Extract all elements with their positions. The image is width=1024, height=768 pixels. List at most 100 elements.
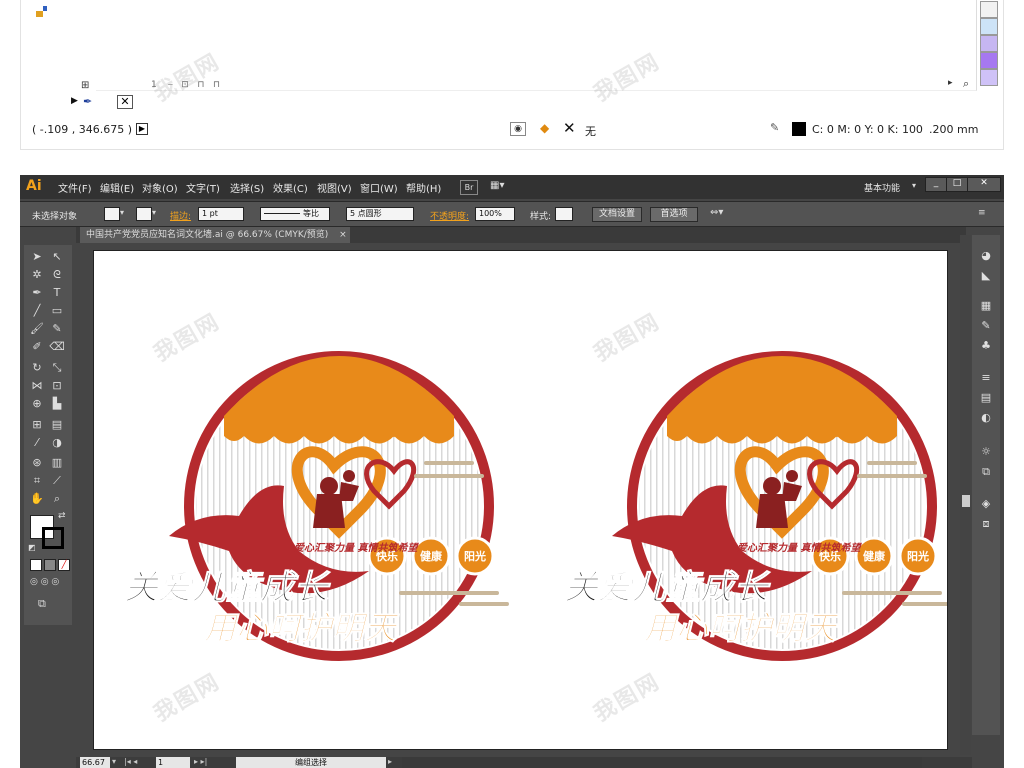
tab-close-icon[interactable]: × [339,230,347,240]
slice-tool-icon[interactable]: ⟋ [48,473,66,489]
swatch-4[interactable] [980,52,998,69]
color-panel-icon[interactable]: ◕ [978,249,994,263]
artboard-tool-icon[interactable]: ⌗ [28,473,46,489]
stroke-dropdown-icon[interactable]: ▾ [152,208,156,217]
stroke-profile-select[interactable]: 等比 [260,207,330,221]
layers-panel-icon[interactable]: ◈ [978,497,994,511]
blob-brush-tool-icon[interactable]: ✐ [28,339,46,355]
line-tool-icon[interactable]: ╱ [28,303,46,319]
minimize-button[interactable]: _ [925,177,947,192]
stroke-label[interactable]: 描边: [170,209,191,222]
swap-colors-icon[interactable]: ⇄ [58,511,66,521]
color-mode-button[interactable] [30,559,42,571]
eraser-tool-icon[interactable]: ⌫ [48,339,66,355]
selection-tool-icon[interactable]: ➤ [28,249,46,265]
horizontal-scrollbar[interactable] [402,757,922,768]
paintbrush-tool-icon[interactable]: 🖌 [28,321,46,337]
document-tab[interactable]: 中国共产党党员应知名词文化墙.ai @ 66.67% (CMYK/预览) × [80,227,350,243]
opacity-label[interactable]: 不透明度: [430,209,469,222]
menu-effect[interactable]: 效果(C) [273,180,308,195]
fill-swatch[interactable] [104,207,120,221]
default-colors-icon[interactable]: ◩ [28,543,36,552]
play-arrow-icon[interactable]: ▶ [71,96,78,106]
first-page-icon[interactable]: |◂ ◂ [124,757,137,766]
menu-help[interactable]: 帮助(H) [406,180,441,195]
style-swatch[interactable] [555,207,573,221]
blend-tool-icon[interactable]: ◑ [48,435,66,451]
camera-icon[interactable]: ◉ [510,122,526,136]
cross-icon[interactable]: ✕ [563,119,576,137]
fill-dropdown-icon[interactable]: ▾ [120,208,124,217]
lasso-tool-icon[interactable]: ᘓ [48,267,66,283]
width-tool-icon[interactable]: ⋈ [28,378,46,394]
rotate-tool-icon[interactable]: ↻ [28,360,46,376]
pencil-tool-icon[interactable]: ✎ [48,321,66,337]
next-page-icon[interactable]: ▸ ▸| [194,757,207,766]
gradient-panel-icon[interactable]: ▤ [978,391,994,405]
zoom-icon[interactable]: ⌕ [963,77,969,91]
shape-builder-tool-icon[interactable]: ⊕ [28,396,46,412]
preferences-button[interactable]: 首选项 [650,207,698,222]
menu-file[interactable]: 文件(F) [58,180,92,195]
zoom-tool-icon[interactable]: ⌕ [48,491,66,507]
workspace-dropdown-icon[interactable]: ▾ [912,181,916,190]
menu-type[interactable]: 文字(T) [186,180,220,195]
close-button[interactable]: ✕ [967,177,1001,192]
panel-menu-icon[interactable]: ≡ [978,208,986,218]
draw-mode-icons[interactable]: ◎ ◎ ◎ [30,577,59,587]
graph-tool-icon[interactable]: ▥ [48,455,66,471]
eyedropper-icon[interactable] [34,3,50,17]
page-field[interactable]: 1 [156,757,190,768]
perspective-grid-tool-icon[interactable]: ▙ [48,396,66,412]
eyedropper-tool-icon[interactable]: ⁄ [28,435,46,451]
gradient-tool-icon[interactable]: ▤ [48,417,66,433]
pen-icon[interactable]: ✒ [83,95,92,108]
swatch-3[interactable] [980,35,998,52]
mesh-tool-icon[interactable]: ⊞ [28,417,46,433]
stroke-pen-icon[interactable]: ✎ [770,121,779,134]
status-arrow-icon[interactable]: ▸ [388,757,392,766]
scrollbar-thumb[interactable] [962,495,970,507]
menu-select[interactable]: 选择(S) [230,180,264,195]
fill-color-chip[interactable] [792,122,806,136]
graphic-styles-icon[interactable]: ⧉ [978,465,994,479]
direct-selection-tool-icon[interactable]: ↖ [48,249,66,265]
symbols-panel-icon[interactable]: ♣ [978,339,994,353]
stroke-weight-field[interactable]: 1 pt [198,207,244,221]
opacity-field[interactable]: 100% [475,207,515,221]
hand-tool-icon[interactable]: ✋ [28,491,46,507]
appearance-panel-icon[interactable]: ☼ [978,445,994,459]
stroke-color-box[interactable] [42,527,64,549]
menu-edit[interactable]: 编辑(E) [100,180,134,195]
zoom-field[interactable]: 66.67 [80,757,110,768]
swatches-panel-icon[interactable]: ▦ [978,299,994,313]
swatch-5[interactable] [980,69,998,86]
brushes-panel-icon[interactable]: ✎ [978,319,994,333]
menu-window[interactable]: 窗口(W) [360,180,398,195]
stroke-swatch[interactable] [136,207,152,221]
menu-object[interactable]: 对象(O) [142,180,178,195]
swatch-2[interactable] [980,18,998,35]
fill-bucket-icon[interactable]: ◆ [540,121,549,135]
arrange-documents-icon[interactable]: ▦▾ [490,180,504,191]
scroll-right-icon[interactable]: ▸ [948,78,953,88]
transform-icon[interactable]: ⇔▾ [710,207,723,218]
free-transform-tool-icon[interactable]: ⊡ [48,378,66,394]
maximize-button[interactable]: □ [946,177,968,192]
menu-view[interactable]: 视图(V) [317,180,352,195]
workspace-switcher[interactable]: 基本功能 [864,181,900,194]
none-mode-button[interactable]: ╱ [58,559,70,571]
new-layer-icon[interactable]: ⊞ [81,80,89,91]
none-fill-icon[interactable]: ✕ [117,95,133,109]
scale-tool-icon[interactable]: ⤡ [48,360,66,376]
color-guide-icon[interactable]: ◣ [978,269,994,283]
type-tool-icon[interactable]: T [48,285,66,301]
stroke-panel-icon[interactable]: ≡ [978,371,994,385]
artboards-panel-icon[interactable]: ⧈ [978,517,994,531]
document-setup-button[interactable]: 文档设置 [592,207,642,222]
play-icon[interactable]: ▶ [136,123,148,135]
screen-mode-icon[interactable]: ⧉ [38,597,46,611]
zoom-dropdown-icon[interactable]: ▾ [112,757,116,766]
transparency-panel-icon[interactable]: ◐ [978,411,994,425]
pen-tool-icon[interactable]: ✒ [28,285,46,301]
